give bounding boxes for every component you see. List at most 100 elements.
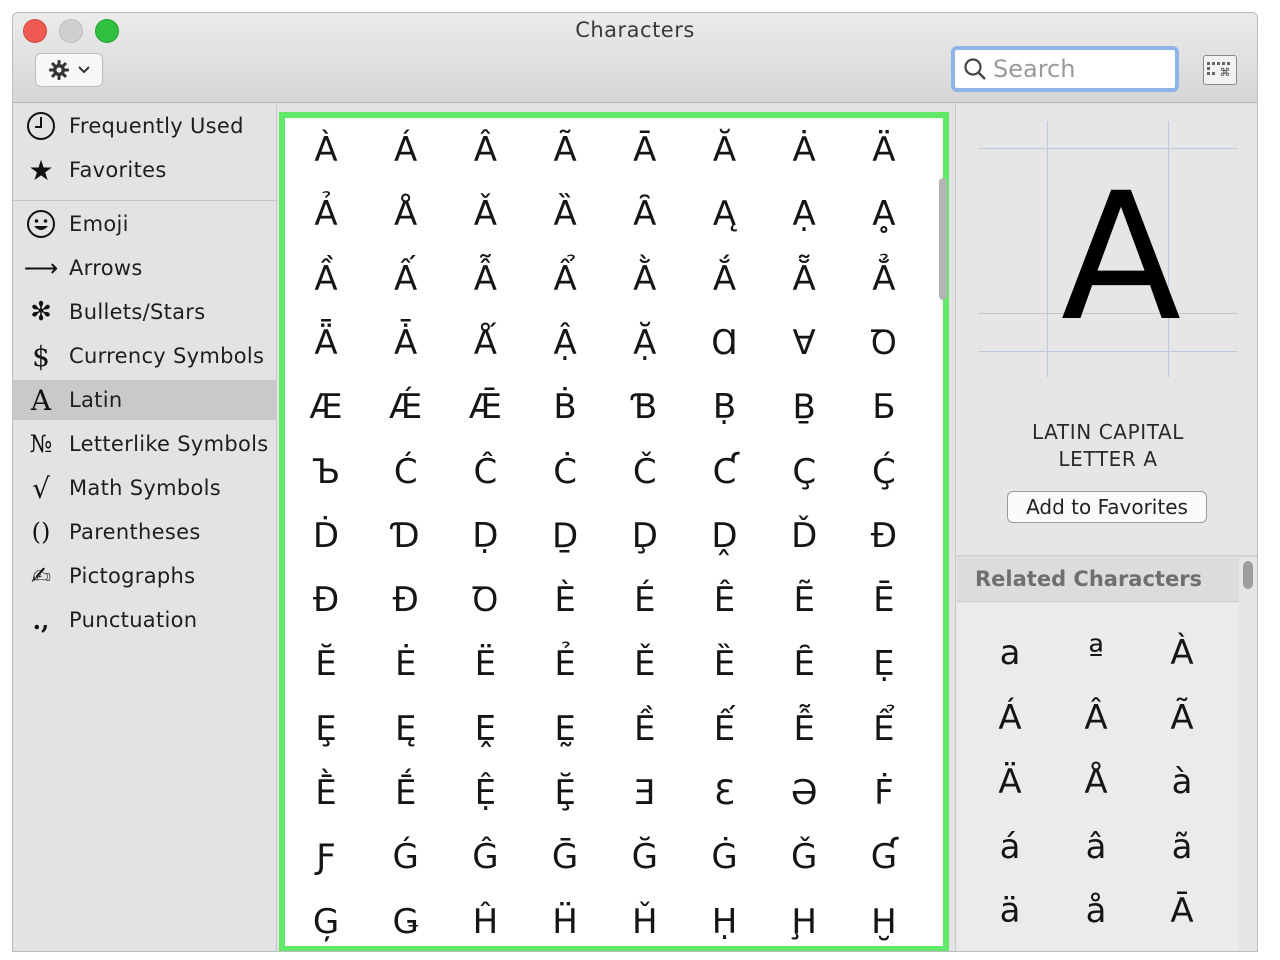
character-cell[interactable]: Ǡ — [371, 315, 441, 371]
character-cell[interactable]: Ȧ — [769, 122, 839, 178]
character-cell[interactable]: Б — [849, 379, 919, 435]
character-cell[interactable]: È — [530, 572, 600, 628]
character-cell[interactable]: Ġ — [690, 829, 760, 885]
related-character-cell[interactable]: Å — [1061, 752, 1131, 812]
related-character-cell[interactable]: Ä — [975, 752, 1045, 812]
character-cell[interactable]: Ḑ — [610, 508, 680, 564]
character-cell[interactable]: Ḁ — [849, 186, 919, 242]
character-cell[interactable]: À — [291, 122, 361, 178]
sidebar-item-currency-symbols[interactable]: $ Currency Symbols — [13, 336, 277, 376]
character-cell[interactable]: Ā — [610, 122, 680, 178]
character-cell[interactable]: Ắ — [690, 251, 760, 307]
character-cell[interactable]: Ë — [450, 636, 520, 692]
character-cell[interactable]: Å — [371, 186, 441, 242]
character-cell[interactable]: Ɠ — [849, 829, 919, 885]
character-cell[interactable]: Ḏ — [530, 508, 600, 564]
character-cell[interactable]: Æ — [291, 379, 361, 435]
character-cell[interactable]: Ã — [530, 122, 600, 178]
character-cell[interactable]: Ḅ — [690, 379, 760, 435]
character-cell[interactable]: Ề — [610, 701, 680, 757]
character-cell[interactable]: Ć — [371, 444, 441, 500]
character-cell[interactable]: Ḝ — [530, 765, 600, 821]
character-cell[interactable]: Ǟ — [291, 315, 361, 371]
character-cell[interactable]: Ȃ — [610, 186, 680, 242]
character-cell[interactable]: Ƒ — [291, 829, 361, 885]
related-character-cell[interactable]: À — [1147, 623, 1217, 683]
character-cell[interactable]: Ǣ — [450, 379, 520, 435]
character-cell[interactable]: Ǎ — [450, 186, 520, 242]
character-cell[interactable]: Ę — [371, 701, 441, 757]
character-cell[interactable]: Ạ — [769, 186, 839, 242]
character-cell[interactable]: Ȁ — [530, 186, 600, 242]
related-character-cell[interactable]: ă — [1147, 946, 1217, 952]
character-cell[interactable]: Ƈ — [690, 444, 760, 500]
related-character-cell[interactable]: ā — [975, 946, 1045, 952]
sidebar-item-math-symbols[interactable]: √ Math Symbols — [13, 468, 277, 508]
character-cell[interactable]: Ǵ — [371, 829, 441, 885]
character-cell[interactable]: Ẩ — [530, 251, 600, 307]
character-cell[interactable]: Ǽ — [371, 379, 441, 435]
search-input[interactable] — [993, 55, 1163, 83]
character-cell[interactable]: Ḋ — [291, 508, 361, 564]
character-cell[interactable]: Ḃ — [530, 379, 600, 435]
related-character-cell[interactable]: à — [1147, 752, 1217, 812]
character-cell[interactable]: Ḉ — [849, 444, 919, 500]
character-cell[interactable]: Ḗ — [371, 765, 441, 821]
sidebar-item-emoji[interactable]: Emoji — [13, 204, 277, 244]
character-cell[interactable]: Đ — [371, 572, 441, 628]
character-cell[interactable]: Ǻ — [450, 315, 520, 371]
character-cell[interactable]: É — [610, 572, 680, 628]
character-cell[interactable]: Ả — [291, 186, 361, 242]
related-character-cell[interactable]: Ă — [1061, 946, 1131, 952]
character-cell[interactable]: Ɓ — [610, 379, 680, 435]
sidebar-item-arrows[interactable]: ⟶ Arrows — [13, 248, 277, 288]
character-cell[interactable]: Ḕ — [291, 765, 361, 821]
related-character-cell[interactable]: Á — [975, 688, 1045, 748]
character-cell[interactable]: Ḇ — [769, 379, 839, 435]
character-cell[interactable]: Ē — [849, 572, 919, 628]
character-cell[interactable]: Ấ — [371, 251, 441, 307]
character-cell[interactable]: Ȅ — [690, 636, 760, 692]
character-cell[interactable]: Ḛ — [530, 701, 600, 757]
character-cell[interactable]: Ḍ — [450, 508, 520, 564]
related-character-cell[interactable]: ª — [1061, 623, 1131, 683]
character-cell[interactable]: Ꝺ — [849, 315, 919, 371]
character-cell[interactable]: Ế — [690, 701, 760, 757]
character-cell[interactable]: Ǧ — [769, 829, 839, 885]
character-cell[interactable]: Ъ — [291, 444, 361, 500]
related-scrollbar[interactable] — [1243, 561, 1253, 589]
character-cell[interactable]: Ặ — [610, 315, 680, 371]
character-cell[interactable]: Ɑ — [690, 315, 760, 371]
character-cell[interactable]: Ḟ — [849, 765, 919, 821]
character-cell[interactable]: Ɗ — [371, 508, 441, 564]
character-cell[interactable]: Ẳ — [849, 251, 919, 307]
character-cell[interactable]: Ð — [291, 572, 361, 628]
sidebar-item-frequently-used[interactable]: Frequently Used — [13, 106, 277, 146]
character-cell[interactable]: Ə — [769, 765, 839, 821]
character-cell[interactable]: Ȟ — [610, 894, 680, 946]
character-cell[interactable]: Ď — [769, 508, 839, 564]
character-cell[interactable]: Ḩ — [769, 894, 839, 946]
related-character-cell[interactable]: Ã — [1147, 688, 1217, 748]
sidebar-item-pictographs[interactable]: ✍ Pictographs — [13, 556, 277, 596]
character-cell[interactable]: Ệ — [450, 765, 520, 821]
related-character-cell[interactable]: â — [1061, 817, 1131, 877]
character-cell[interactable]: Ḓ — [690, 508, 760, 564]
sidebar-item-favorites[interactable]: ★ Favorites — [13, 150, 277, 190]
character-cell[interactable]: Ą — [690, 186, 760, 242]
character-cell[interactable]: Ä — [849, 122, 919, 178]
search-field[interactable] — [951, 46, 1179, 92]
character-cell[interactable]: Ẫ — [450, 251, 520, 307]
related-character-cell[interactable]: á — [975, 817, 1045, 877]
character-cell[interactable]: Ɛ — [690, 765, 760, 821]
character-cell[interactable]: Ɐ — [769, 315, 839, 371]
character-cell[interactable]: Đ — [849, 508, 919, 564]
character-cell[interactable]: Ḧ — [530, 894, 600, 946]
character-cell[interactable]: Ể — [849, 701, 919, 757]
keyboard-viewer-button[interactable]: ⌘ — [1203, 55, 1237, 85]
character-cell[interactable]: Ȇ — [769, 636, 839, 692]
character-cell[interactable]: Ĉ — [450, 444, 520, 500]
related-character-cell[interactable]: Ā — [1147, 881, 1217, 941]
character-cell[interactable]: Ă — [690, 122, 760, 178]
character-cell[interactable]: Ç — [769, 444, 839, 500]
